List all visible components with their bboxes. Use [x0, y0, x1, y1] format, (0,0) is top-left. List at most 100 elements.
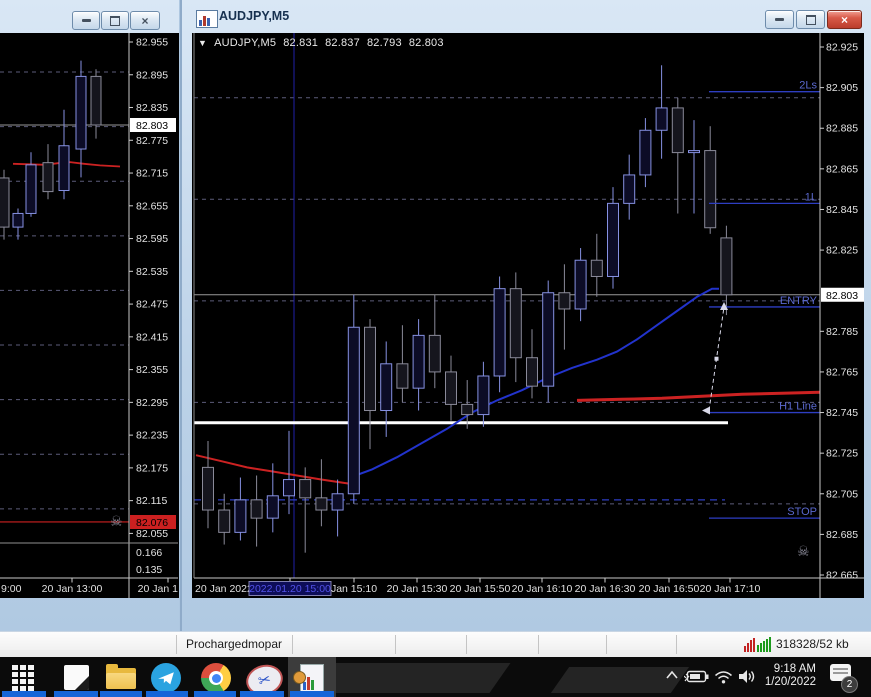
desktop: × 82.955 82.895 82.835 82.775 82.715 82.655 82…: [0, 0, 871, 697]
clock-date: 1/20/2022: [764, 676, 816, 688]
running-indicator: [146, 691, 188, 697]
traffic-counter: 318328/52 kb: [776, 637, 849, 651]
separator: [466, 635, 467, 654]
taskbar: ✂ 9:18 AM 1/20/2022 2: [0, 657, 871, 697]
svg-text:82.235: 82.235: [136, 430, 168, 442]
svg-text:2Ls: 2Ls: [799, 80, 817, 92]
main-window-titlebar[interactable]: AUDJPY,M5 ×: [182, 0, 871, 33]
info-high: 82.837: [325, 37, 360, 49]
close-icon: ×: [840, 12, 848, 27]
close-button[interactable]: ×: [827, 10, 862, 29]
restore-button[interactable]: [101, 11, 129, 30]
svg-text:82.775: 82.775: [136, 135, 168, 147]
svg-text:☠: ☠: [110, 514, 123, 530]
trade-levels: 2Ls 1L ENTRY H1 Line STOP: [709, 80, 820, 519]
svg-text:82.175: 82.175: [136, 462, 168, 474]
ma-red: [195, 390, 821, 485]
svg-text:82.895: 82.895: [136, 69, 168, 81]
svg-text:82.115: 82.115: [136, 495, 167, 507]
separator: [606, 635, 607, 654]
svg-text:20 Jan 15:50: 20 Jan 15:50: [450, 583, 511, 595]
svg-text:20 Jan 13:00: 20 Jan 13:00: [42, 583, 103, 595]
left-chart-client: 82.955 82.895 82.835 82.775 82.715 82.655 82.5…: [0, 33, 179, 598]
svg-text:82.865: 82.865: [826, 163, 858, 175]
wallpaper-streak: [309, 663, 511, 693]
main-chart-client: 2Ls 1L ENTRY H1 Line STOP 82.925 82.905 82.885 8…: [192, 33, 864, 598]
svg-text:82.845: 82.845: [826, 204, 858, 216]
chart-window-icon: [196, 10, 218, 28]
minimize-button[interactable]: [765, 10, 794, 29]
svg-text:82.655: 82.655: [136, 200, 168, 212]
svg-text:82.885: 82.885: [826, 123, 858, 135]
price-axis: 82.925 82.905 82.885 82.865 82.845 82.825 82.7…: [820, 42, 864, 582]
svg-text:1L: 1L: [805, 191, 817, 203]
info-symbol: AUDJPY,M5: [214, 37, 277, 49]
notification-badge[interactable]: 2: [841, 676, 858, 693]
main-chart-canvas[interactable]: 2Ls1LENTRYH1 LineSTOP82.92582.90582.8858…: [192, 33, 864, 598]
dashed-arrow: [702, 301, 728, 415]
svg-text:82.665: 82.665: [826, 570, 858, 582]
main-chart-window[interactable]: AUDJPY,M5 × 2Ls 1L ENTRY H1 Line STOP 82.925 8…: [180, 0, 871, 631]
wifi-icon[interactable]: [714, 670, 733, 684]
clock-time: 9:18 AM: [773, 663, 816, 675]
info-open: 82.831: [283, 37, 319, 49]
info-low: 82.793: [366, 37, 402, 49]
connection-bars-icon: [744, 637, 771, 652]
time-axis: 9:00 20 Jan 13:00 20 Jan 17:00: [1, 578, 178, 595]
svg-text:Jan 15:10: Jan 15:10: [331, 583, 377, 595]
close-button[interactable]: ×: [130, 11, 160, 30]
svg-text:82.685: 82.685: [826, 529, 858, 541]
svg-text:82.785: 82.785: [826, 326, 858, 338]
svg-text:82.055: 82.055: [136, 528, 168, 540]
restore-button[interactable]: [796, 10, 825, 29]
window-title: AUDJPY,M5: [219, 9, 290, 23]
left-chart-canvas[interactable]: 82.955 82.895 82.835 82.775 82.715 82.655 82.5…: [0, 33, 178, 598]
svg-text:0.135: 0.135: [136, 564, 162, 576]
separator: [538, 635, 539, 654]
svg-text:82.835: 82.835: [136, 102, 168, 114]
svg-text:82.725: 82.725: [826, 448, 858, 460]
svg-text:20 Jan 16:30: 20 Jan 16:30: [575, 583, 636, 595]
svg-text:82.825: 82.825: [826, 245, 858, 257]
svg-text:82.705: 82.705: [826, 488, 858, 500]
svg-text:82.803: 82.803: [136, 120, 168, 132]
minimize-icon: [775, 18, 784, 21]
svg-text:2022.01.20 15:00: 2022.01.20 15:00: [249, 583, 331, 595]
skull-icon: ☠: [797, 544, 810, 560]
minimize-button[interactable]: [72, 11, 100, 30]
close-icon: ×: [141, 13, 149, 28]
price-axis: 82.955 82.895 82.835 82.775 82.715 82.655 82.5…: [129, 37, 176, 576]
svg-text:82.765: 82.765: [826, 366, 858, 378]
running-indicator: [100, 691, 142, 697]
tray-clock[interactable]: 9:18 AM 1/20/2022: [752, 663, 816, 689]
left-window-titlebar[interactable]: ×: [0, 0, 179, 33]
battery-icon[interactable]: [684, 670, 710, 684]
tray-chevron-icon[interactable]: [664, 669, 680, 681]
running-indicator: [240, 691, 284, 697]
left-chart-window[interactable]: × 82.955 82.895 82.835 82.775 82.715 82.655 82…: [0, 0, 179, 631]
svg-text:STOP: STOP: [787, 506, 817, 518]
skull-icon: ☠: [110, 514, 123, 530]
svg-text:0.166: 0.166: [136, 547, 162, 559]
separator: [292, 635, 293, 654]
svg-text:82.535: 82.535: [136, 266, 168, 278]
svg-text:82.415: 82.415: [136, 331, 168, 343]
svg-text:20 Jan 17:00: 20 Jan 17:00: [138, 583, 178, 595]
svg-text:82.355: 82.355: [136, 364, 168, 376]
svg-text:82.745: 82.745: [826, 407, 858, 419]
separator: [395, 635, 396, 654]
svg-text:20 Jan 2022: 20 Jan 2022: [195, 583, 253, 595]
svg-text:☠: ☠: [797, 544, 810, 560]
svg-text:82.905: 82.905: [826, 82, 858, 94]
restore-icon: [110, 15, 120, 26]
svg-text:9:00: 9:00: [1, 583, 22, 595]
running-indicator: [2, 691, 46, 697]
dropdown-marker-icon[interactable]: ▼: [198, 38, 207, 48]
svg-text:20 Jan 16:50: 20 Jan 16:50: [639, 583, 700, 595]
axis-frame: [0, 33, 178, 598]
svg-text:82.595: 82.595: [136, 233, 168, 245]
svg-text:82.803: 82.803: [826, 290, 858, 302]
svg-text:H1 Line: H1 Line: [779, 401, 817, 413]
svg-text:82.076: 82.076: [136, 517, 168, 529]
svg-text:82.925: 82.925: [826, 42, 858, 54]
